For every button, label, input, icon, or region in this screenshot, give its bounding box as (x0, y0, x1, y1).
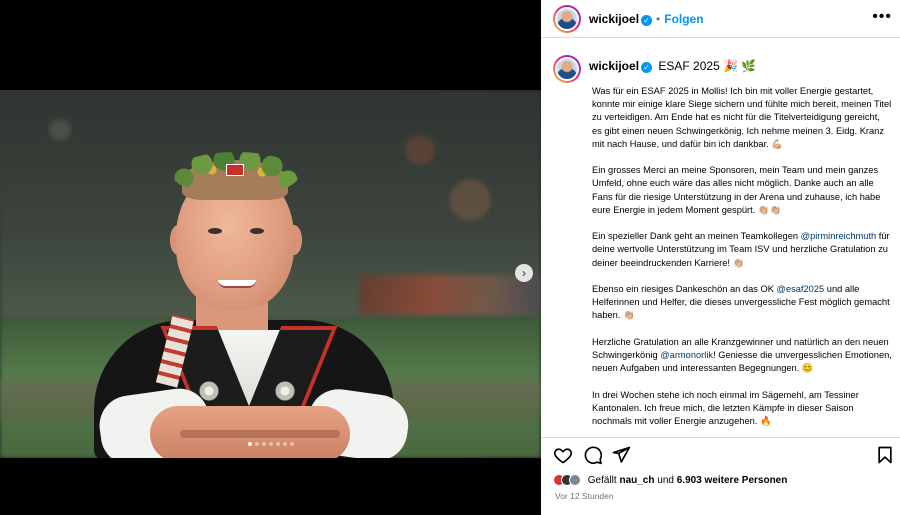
caption-header: wickijoel ✓ ESAF 2025 🎉 🌿 (589, 59, 756, 73)
mention-link[interactable]: @esaf2025 (777, 284, 825, 294)
carousel-dot[interactable] (282, 442, 287, 446)
action-bar (541, 437, 900, 471)
likes-connector: und (657, 474, 674, 486)
carousel-dots (0, 442, 541, 446)
caption-text-segment: Ebenso ein riesiges Dankeschön an das OK (592, 284, 777, 294)
caption-paragraph: Was für ein ESAF 2025 in Mollis! Ich bin… (592, 85, 892, 151)
post-header: wickijoel ✓ • Folgen ••• (541, 0, 900, 38)
comment-icon[interactable] (583, 445, 603, 465)
heart-icon[interactable] (553, 445, 573, 465)
carousel-dot[interactable] (289, 442, 294, 446)
likes-prefix: Gefällt (587, 474, 617, 486)
caption-paragraph: Herzliche Gratulation an alle Kranzgewin… (592, 336, 892, 376)
carousel-dot[interactable] (275, 442, 280, 446)
mention-link[interactable]: @armonorlik (660, 350, 713, 360)
liker-username[interactable]: nau_ch (619, 475, 654, 486)
verified-badge-icon: ✓ (641, 62, 653, 73)
carousel-dot[interactable] (261, 442, 266, 446)
caption-text-segment: Was für ein ESAF 2025 in Mollis! Ich bin… (592, 86, 892, 149)
likes-text: Gefällt nau_ch und 6.903 weitere Persone… (588, 475, 788, 486)
photo-arm-shadow (180, 430, 340, 438)
send-icon[interactable] (611, 445, 631, 465)
carousel-dot[interactable] (254, 442, 259, 446)
caption-paragraph: Ebenso ein riesiges Dankeschön an das OK… (592, 283, 892, 323)
mention-link[interactable]: @pirminreichmuth (801, 231, 877, 241)
photo-edelweiss-right (274, 380, 296, 402)
post-timestamp[interactable]: Vor 12 Stunden (555, 491, 614, 501)
header-user: wickijoel ✓ • Folgen (589, 12, 704, 26)
carousel-dot[interactable] (247, 442, 252, 446)
caption-paragraph: In drei Wochen stehe ich noch einmal im … (592, 389, 892, 429)
header-username[interactable]: wickijoel (589, 12, 639, 26)
likes-count[interactable]: 6.903 weitere Personen (677, 475, 788, 486)
photo-wreath-badge (226, 164, 244, 176)
caption-text-segment: In drei Wochen stehe ich noch einmal im … (592, 389, 859, 426)
caption-username[interactable]: wickijoel (589, 59, 639, 73)
caption-text-segment: Ein spezieller Dank geht an meinen Teamk… (592, 231, 801, 242)
caption-scroll-area[interactable]: wickijoel ✓ ESAF 2025 🎉 🌿 Was für ein ESA… (541, 39, 900, 437)
header-separator: • (656, 12, 661, 26)
avatar[interactable] (553, 5, 581, 33)
bookmark-icon[interactable] (875, 445, 895, 465)
photo-eye-left (208, 228, 222, 234)
verified-badge-icon: ✓ (641, 15, 653, 26)
follow-button[interactable]: Folgen (664, 12, 703, 26)
caption-paragraph: Ein grosses Merci an meine Sponsoren, me… (592, 164, 892, 217)
caption-text: Was für ein ESAF 2025 in Mollis! Ich bin… (592, 85, 892, 437)
post-media: › (0, 0, 541, 515)
caption-avatar[interactable] (553, 55, 581, 83)
photo-wrestler (90, 130, 413, 458)
photo-mouth (218, 280, 256, 288)
more-options-icon[interactable]: ••• (872, 8, 892, 26)
carousel-dot[interactable] (268, 442, 273, 446)
caption-title: ESAF 2025 🎉 🌿 (658, 59, 757, 73)
photo-eye-right (250, 228, 264, 234)
chevron-right-icon[interactable]: › (515, 264, 533, 282)
caption-paragraph: Ein spezieller Dank geht an meinen Teamk… (592, 230, 892, 270)
caption-text-segment: Ein grosses Merci an meine Sponsoren, me… (592, 165, 881, 215)
liker-avatar (569, 474, 581, 486)
post-photo (0, 90, 541, 458)
likes-row[interactable]: Gefällt nau_ch und 6.903 weitere Persone… (553, 474, 787, 486)
post-sidebar: wickijoel ✓ • Folgen ••• wickijoel ✓ ESAF 20… (541, 0, 900, 515)
